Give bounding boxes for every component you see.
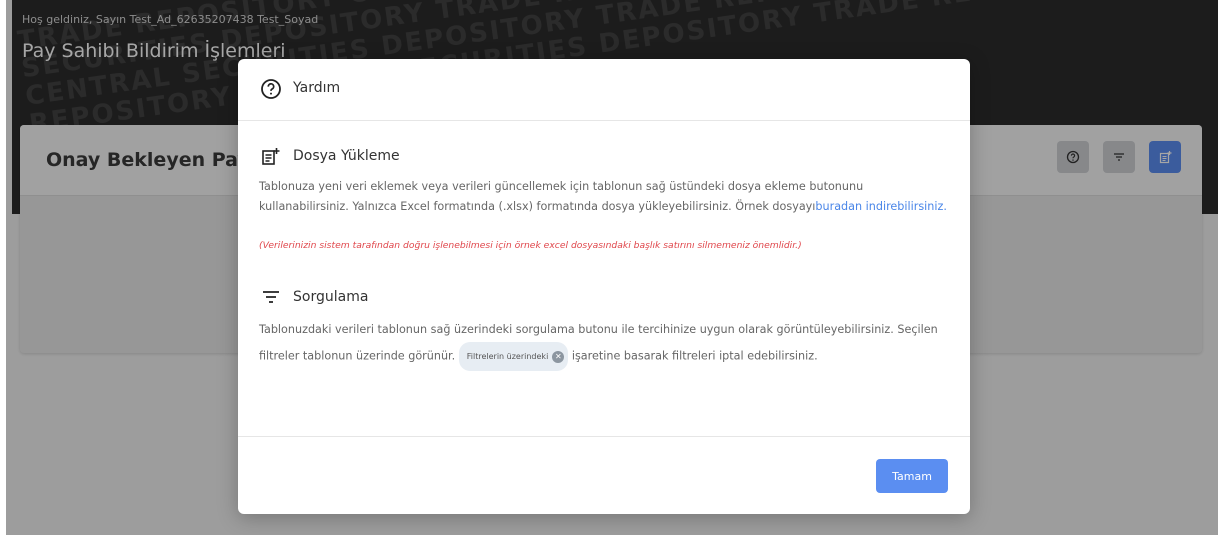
modal-footer: Tamam [238, 436, 970, 514]
section-text-upload: Tablonuza yeni veri eklemek veya veriler… [259, 177, 949, 217]
add-document-icon [262, 148, 280, 165]
help-circle-icon [261, 79, 281, 99]
filter-chip-label: Filtrelerin üzerindeki [466, 352, 549, 361]
help-modal: Yardım Dosya Yükleme Tablonuza yeni veri… [238, 59, 970, 514]
query-description-end: işaretine basarak filtreleri iptal edebi… [571, 349, 818, 363]
modal-title: Yardım [293, 80, 341, 96]
modal-header: Yardım [238, 59, 970, 121]
section-title-upload: Dosya Yükleme [293, 148, 400, 164]
download-sample-link[interactable]: buradan indirebilirsiniz. [815, 200, 947, 213]
filter-chip-example: Filtrelerin üzerindeki ✕ [458, 342, 569, 371]
chip-close-icon: ✕ [552, 350, 565, 363]
filter-lines-icon [263, 291, 279, 303]
section-title-query: Sorgulama [293, 289, 369, 305]
upload-description: Tablonuza yeni veri eklemek veya veriler… [259, 180, 864, 213]
upload-warning: (Verilerinizin sistem tarafından doğru i… [259, 240, 802, 251]
ok-button[interactable]: Tamam [876, 459, 948, 493]
section-text-query: Tablonuzdaki verileri tablonun sağ üzeri… [259, 317, 949, 371]
